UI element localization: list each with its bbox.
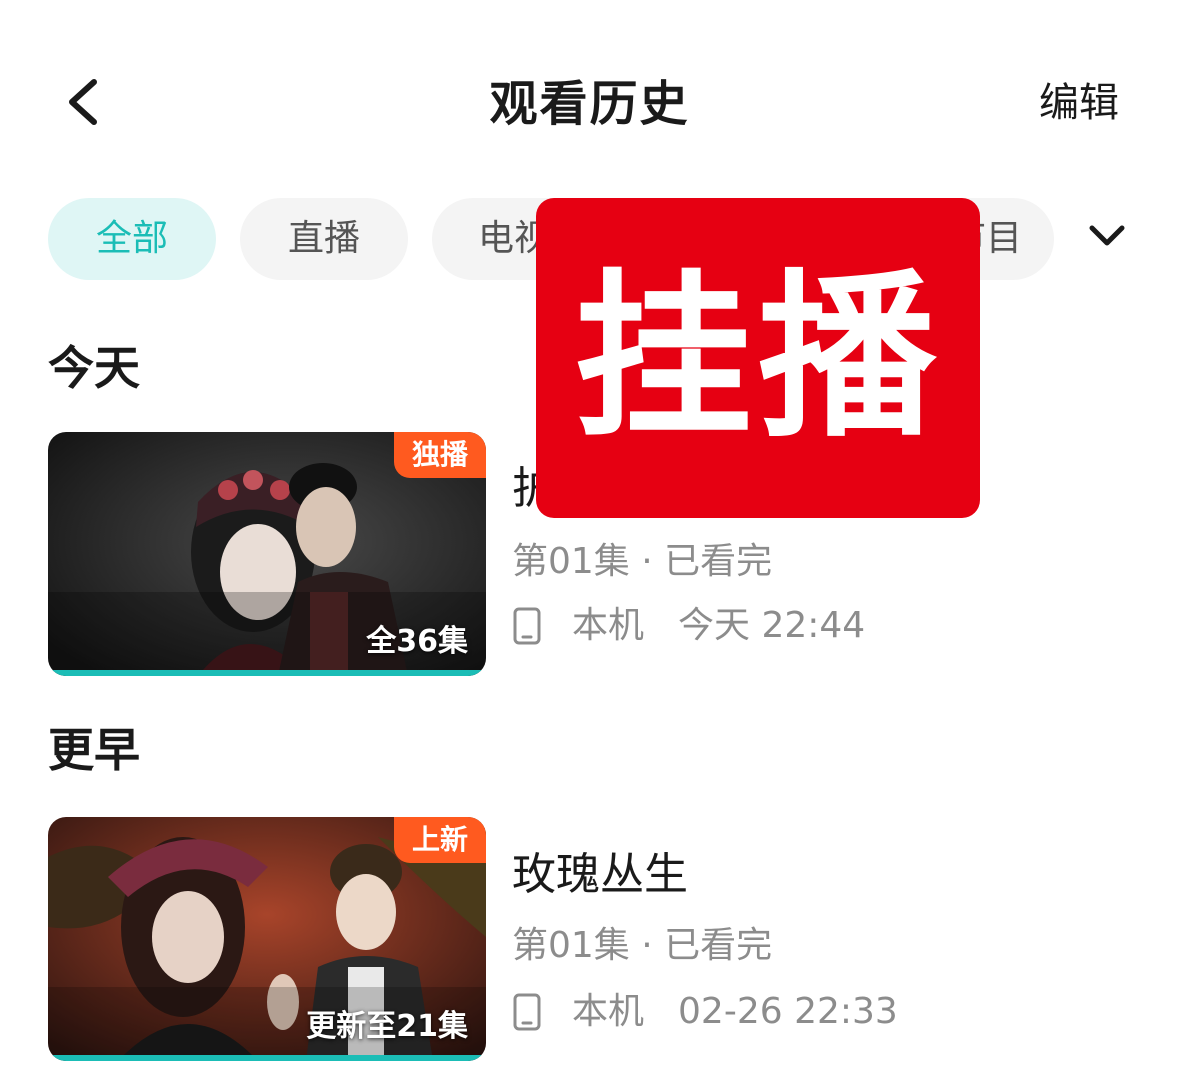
filter-tab-all[interactable]: 全部	[48, 198, 216, 280]
device-name: 本机	[572, 991, 645, 1032]
phone-icon	[513, 993, 541, 1031]
watch-history-page: 观看历史 编辑 全部 直播 电视剧 电影 综艺节目 今天	[0, 0, 1179, 1078]
device-name: 本机	[572, 605, 645, 646]
history-item-progress: 第01集 · 已看完	[512, 925, 773, 966]
filter-tab-live[interactable]: 直播	[240, 198, 408, 280]
history-item-device-row: 本机 02-26 22:33	[512, 990, 898, 1034]
section-title-today: 今天	[48, 341, 140, 395]
history-item-device-row: 本机 今天 22:44	[512, 604, 865, 648]
badge-exclusive: 独播	[393, 432, 486, 478]
section-title-earlier: 更早	[48, 723, 140, 777]
badge-new: 上新	[393, 817, 486, 863]
watch-progress-bar	[48, 670, 486, 676]
history-item-title[interactable]: 玫瑰丛生	[512, 848, 688, 902]
watch-time: 02-26 22:33	[678, 991, 898, 1032]
overlay-stamp: 挂播	[536, 198, 980, 518]
chevron-down-icon	[1089, 225, 1125, 246]
page-title: 观看历史	[489, 76, 690, 132]
edit-button[interactable]: 编辑	[1039, 78, 1119, 128]
episode-count: 更新至21集	[306, 1009, 468, 1044]
history-item-thumbnail[interactable]: 上新 更新至21集	[48, 817, 486, 1061]
expand-filters-button[interactable]	[1080, 212, 1134, 262]
episode-count: 全36集	[366, 624, 468, 659]
phone-icon	[513, 607, 541, 645]
watch-time: 今天 22:44	[678, 605, 866, 646]
history-item-progress: 第01集 · 已看完	[512, 541, 773, 582]
watch-progress-bar	[48, 1055, 486, 1061]
history-item-thumbnail[interactable]: 独播 全36集	[48, 432, 486, 676]
